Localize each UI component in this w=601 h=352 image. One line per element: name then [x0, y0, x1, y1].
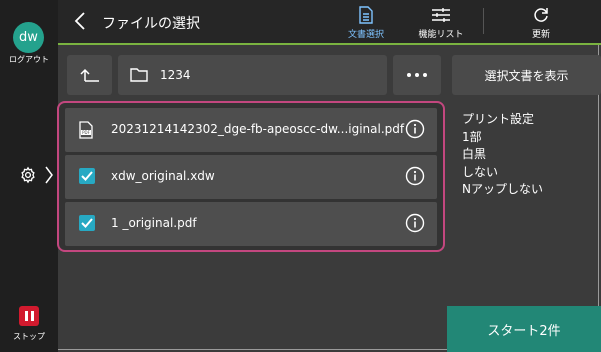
tab-document-select[interactable]: 文書選択: [336, 4, 396, 40]
file-name: xdw_original.xdw: [111, 169, 215, 183]
info-icon[interactable]: [405, 213, 425, 237]
file-row[interactable]: xdw_original.xdw: [65, 155, 437, 199]
page-title: ファイルの選択: [102, 16, 200, 32]
start-button[interactable]: スタート2件: [447, 306, 601, 352]
refresh-icon: [511, 4, 571, 26]
setting-color: 白黒: [462, 147, 487, 161]
print-settings: プリント設定 1部 白黒 しない Nアップしない: [462, 111, 543, 199]
document-icon: [336, 4, 396, 26]
file-list: PDF 20231214142302_dge-fb-apeoscc-dw...i…: [57, 101, 445, 252]
chevron-right-icon[interactable]: [44, 166, 54, 188]
tab-function-list[interactable]: 機能リスト: [411, 4, 471, 40]
info-icon[interactable]: [405, 119, 425, 143]
back-button[interactable]: [74, 12, 86, 34]
avatar-initials: dw: [19, 30, 38, 45]
setting-nup: Nアップしない: [462, 182, 543, 196]
show-selected-button[interactable]: 選択文書を表示: [452, 55, 601, 95]
folder-path: 1234: [118, 55, 387, 95]
tab-document-select-label: 文書選択: [347, 30, 384, 40]
up-level-icon: [79, 68, 99, 82]
left-rail: dw ログアウト ストップ: [0, 0, 58, 352]
file-checkbox[interactable]: [79, 168, 95, 184]
folder-name: 1234: [160, 68, 191, 82]
file-checkbox[interactable]: [79, 215, 95, 231]
logout-label[interactable]: ログアウト: [0, 54, 58, 65]
stop-label: ストップ: [13, 332, 45, 341]
user-avatar[interactable]: dw: [13, 22, 44, 53]
file-name: 20231214142302_dge-fb-apeoscc-dw...igina…: [111, 122, 405, 136]
header-divider: [483, 8, 484, 34]
refresh-button[interactable]: 更新: [511, 4, 571, 40]
sliders-icon: [411, 4, 471, 26]
folder-icon: [130, 67, 148, 86]
more-button[interactable]: [393, 55, 441, 95]
header-accent-line: [58, 43, 601, 45]
file-row[interactable]: PDF 20231214142302_dge-fb-apeoscc-dw...i…: [65, 108, 437, 152]
tab-function-list-label: 機能リスト: [418, 30, 464, 40]
file-name: 1 _original.pdf: [111, 216, 197, 230]
stop-button[interactable]: [19, 306, 39, 326]
info-icon[interactable]: [405, 166, 425, 190]
svg-text:PDF: PDF: [82, 130, 90, 135]
print-settings-title: プリント設定: [462, 112, 535, 126]
setting-copies: 1部: [462, 129, 482, 144]
file-row[interactable]: 1 _original.pdf: [65, 202, 437, 246]
up-level-button[interactable]: [67, 55, 112, 95]
pdf-file-icon: PDF: [79, 121, 93, 143]
setting-duplex: しない: [462, 164, 499, 179]
refresh-label: 更新: [531, 30, 550, 40]
gear-icon[interactable]: [19, 166, 37, 188]
